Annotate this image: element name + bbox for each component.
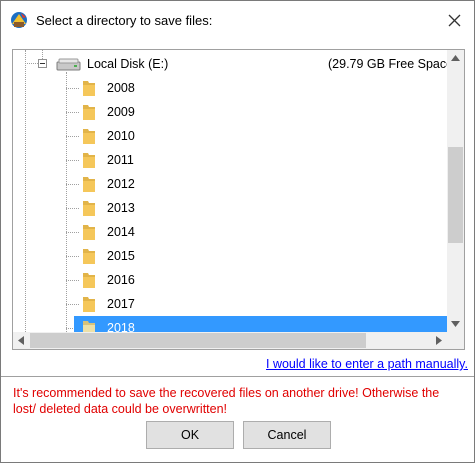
folder-item[interactable]: 2009 <box>13 100 447 124</box>
folder-label: 2014 <box>107 225 135 239</box>
folder-item[interactable]: 2010 <box>13 124 447 148</box>
dialog-title: Select a directory to save files: <box>36 13 213 28</box>
tree-line <box>25 63 38 64</box>
tree-line <box>66 256 79 257</box>
folder-label: 2011 <box>107 153 134 167</box>
folder-item[interactable]: 2013 <box>13 196 447 220</box>
ok-button[interactable]: OK <box>146 421 234 449</box>
tree-line <box>66 112 79 113</box>
folder-label: 2015 <box>107 249 135 263</box>
folder-item[interactable]: 2008 <box>13 76 447 100</box>
folder-label: 2017 <box>107 297 135 311</box>
folder-label: 2016 <box>107 273 135 287</box>
folder-icon <box>83 249 95 264</box>
folder-icon <box>83 105 95 120</box>
tree-line <box>66 280 79 281</box>
tree-content: Local Disk (E:) (29.79 GB Free Space 200… <box>13 50 447 332</box>
close-button[interactable] <box>438 7 472 35</box>
folder-item[interactable]: 2018 <box>13 316 447 332</box>
divider <box>1 376 474 377</box>
folder-icon <box>83 273 95 288</box>
save-directory-dialog: Select a directory to save files: Local … <box>0 0 475 463</box>
scroll-up-icon[interactable] <box>451 55 460 61</box>
cancel-button[interactable]: Cancel <box>243 421 331 449</box>
tree-line <box>66 160 79 161</box>
tree-line <box>42 50 43 59</box>
folder-item[interactable]: 2016 <box>13 268 447 292</box>
scroll-left-icon[interactable] <box>18 336 24 345</box>
folder-item[interactable]: 2012 <box>13 172 447 196</box>
folder-label: 2009 <box>107 105 135 119</box>
warning-message: It's recommended to save the recovered f… <box>13 386 440 416</box>
folder-label: 2018 <box>107 321 135 332</box>
folder-label: 2008 <box>107 81 135 95</box>
hard-disk-icon <box>56 58 81 71</box>
horizontal-scrollbar[interactable] <box>13 332 447 349</box>
folder-icon <box>83 177 95 192</box>
folder-item[interactable]: 2014 <box>13 220 447 244</box>
folder-icon <box>83 81 95 96</box>
tree-line <box>66 136 79 137</box>
vertical-scroll-thumb[interactable] <box>448 147 463 243</box>
folder-label: 2010 <box>107 129 135 143</box>
tree-line <box>66 88 79 89</box>
tree-line <box>66 208 79 209</box>
tree-line <box>66 184 79 185</box>
folder-icon <box>83 225 95 240</box>
disk-label[interactable]: Local Disk (E:) <box>87 57 168 71</box>
directory-tree[interactable]: Local Disk (E:) (29.79 GB Free Space 200… <box>12 49 465 350</box>
folder-label: 2013 <box>107 201 135 215</box>
folder-item[interactable]: 2017 <box>13 292 447 316</box>
tree-line <box>66 232 79 233</box>
scroll-down-icon[interactable] <box>451 321 460 327</box>
scrollbar-corner <box>447 332 464 349</box>
scroll-right-icon[interactable] <box>436 336 442 345</box>
vertical-scrollbar[interactable] <box>447 50 464 332</box>
folder-icon <box>83 129 95 144</box>
title-bar: Select a directory to save files: <box>1 1 474 39</box>
tree-line <box>66 304 79 305</box>
folder-item[interactable]: 2015 <box>13 244 447 268</box>
folder-icon <box>83 297 95 312</box>
folder-icon <box>83 321 95 332</box>
folder-label: 2012 <box>107 177 135 191</box>
disk-free-space: (29.79 GB Free Space <box>328 57 447 71</box>
app-icon <box>10 11 28 29</box>
folder-icon <box>83 153 95 168</box>
folder-icon <box>83 201 95 216</box>
manual-path-link[interactable]: I would like to enter a path manually. <box>266 357 468 371</box>
close-icon <box>448 14 461 27</box>
collapse-toggle[interactable] <box>38 59 47 68</box>
folder-item[interactable]: 2011 <box>13 148 447 172</box>
horizontal-scroll-thumb[interactable] <box>30 333 366 348</box>
